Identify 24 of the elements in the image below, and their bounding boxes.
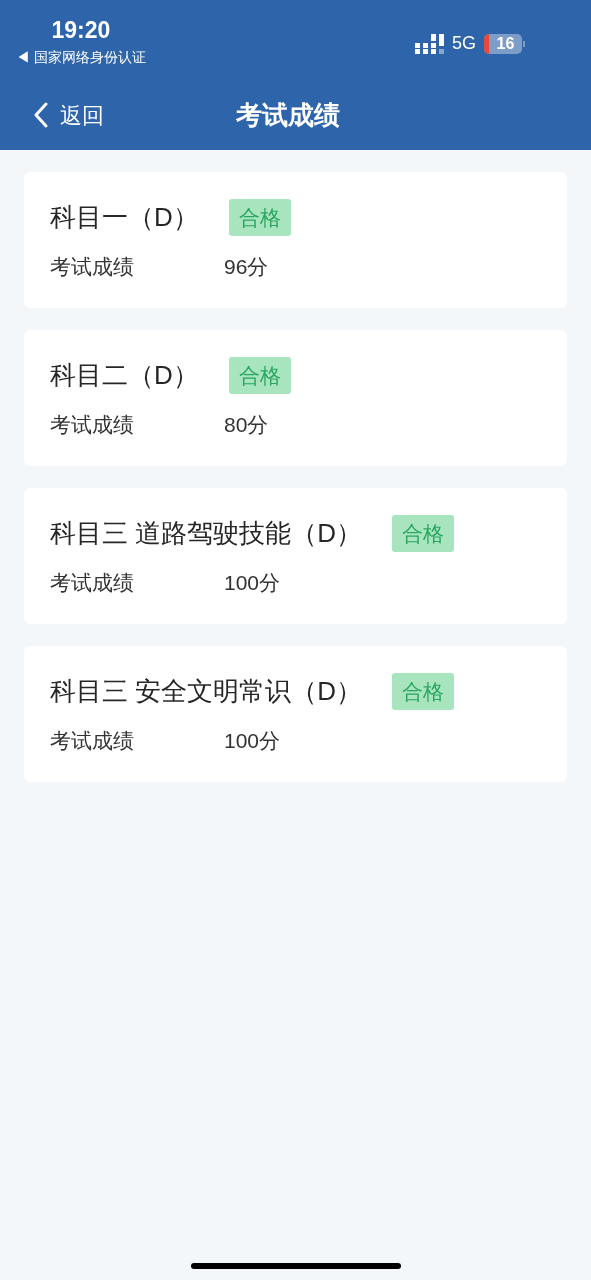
- network-type: 5G: [452, 32, 476, 55]
- score-value: 80分: [224, 412, 269, 438]
- subject-title: 科目三 安全文明常识（D）: [50, 675, 362, 708]
- score-label: 考试成绩: [50, 728, 135, 754]
- pass-tag: 合格: [228, 198, 291, 237]
- status-time: 19:20: [51, 16, 111, 44]
- score-label: 考试成绩: [50, 570, 135, 596]
- signal-icon: [415, 33, 444, 54]
- subject-title: 科目三 道路驾驶技能（D）: [50, 517, 362, 550]
- score-label: 考试成绩: [50, 254, 135, 280]
- back-to-app-link[interactable]: ◀ 国家网络身份认证: [16, 48, 146, 66]
- chevron-left-icon: [34, 102, 48, 128]
- battery-indicator: 16: [484, 33, 525, 54]
- pass-tag: 合格: [228, 356, 291, 395]
- score-label: 考试成绩: [50, 412, 135, 438]
- pass-tag: 合格: [392, 514, 454, 553]
- score-value: 96分: [224, 254, 269, 280]
- score-value: 100分: [224, 570, 281, 596]
- subject-title: 科目一（D）: [50, 201, 199, 234]
- page-title: 考试成绩: [236, 98, 340, 132]
- score-value: 100分: [224, 728, 281, 754]
- subject-title: 科目二（D）: [50, 359, 199, 392]
- pass-tag: 合格: [392, 672, 454, 711]
- back-button[interactable]: 返回: [34, 98, 104, 132]
